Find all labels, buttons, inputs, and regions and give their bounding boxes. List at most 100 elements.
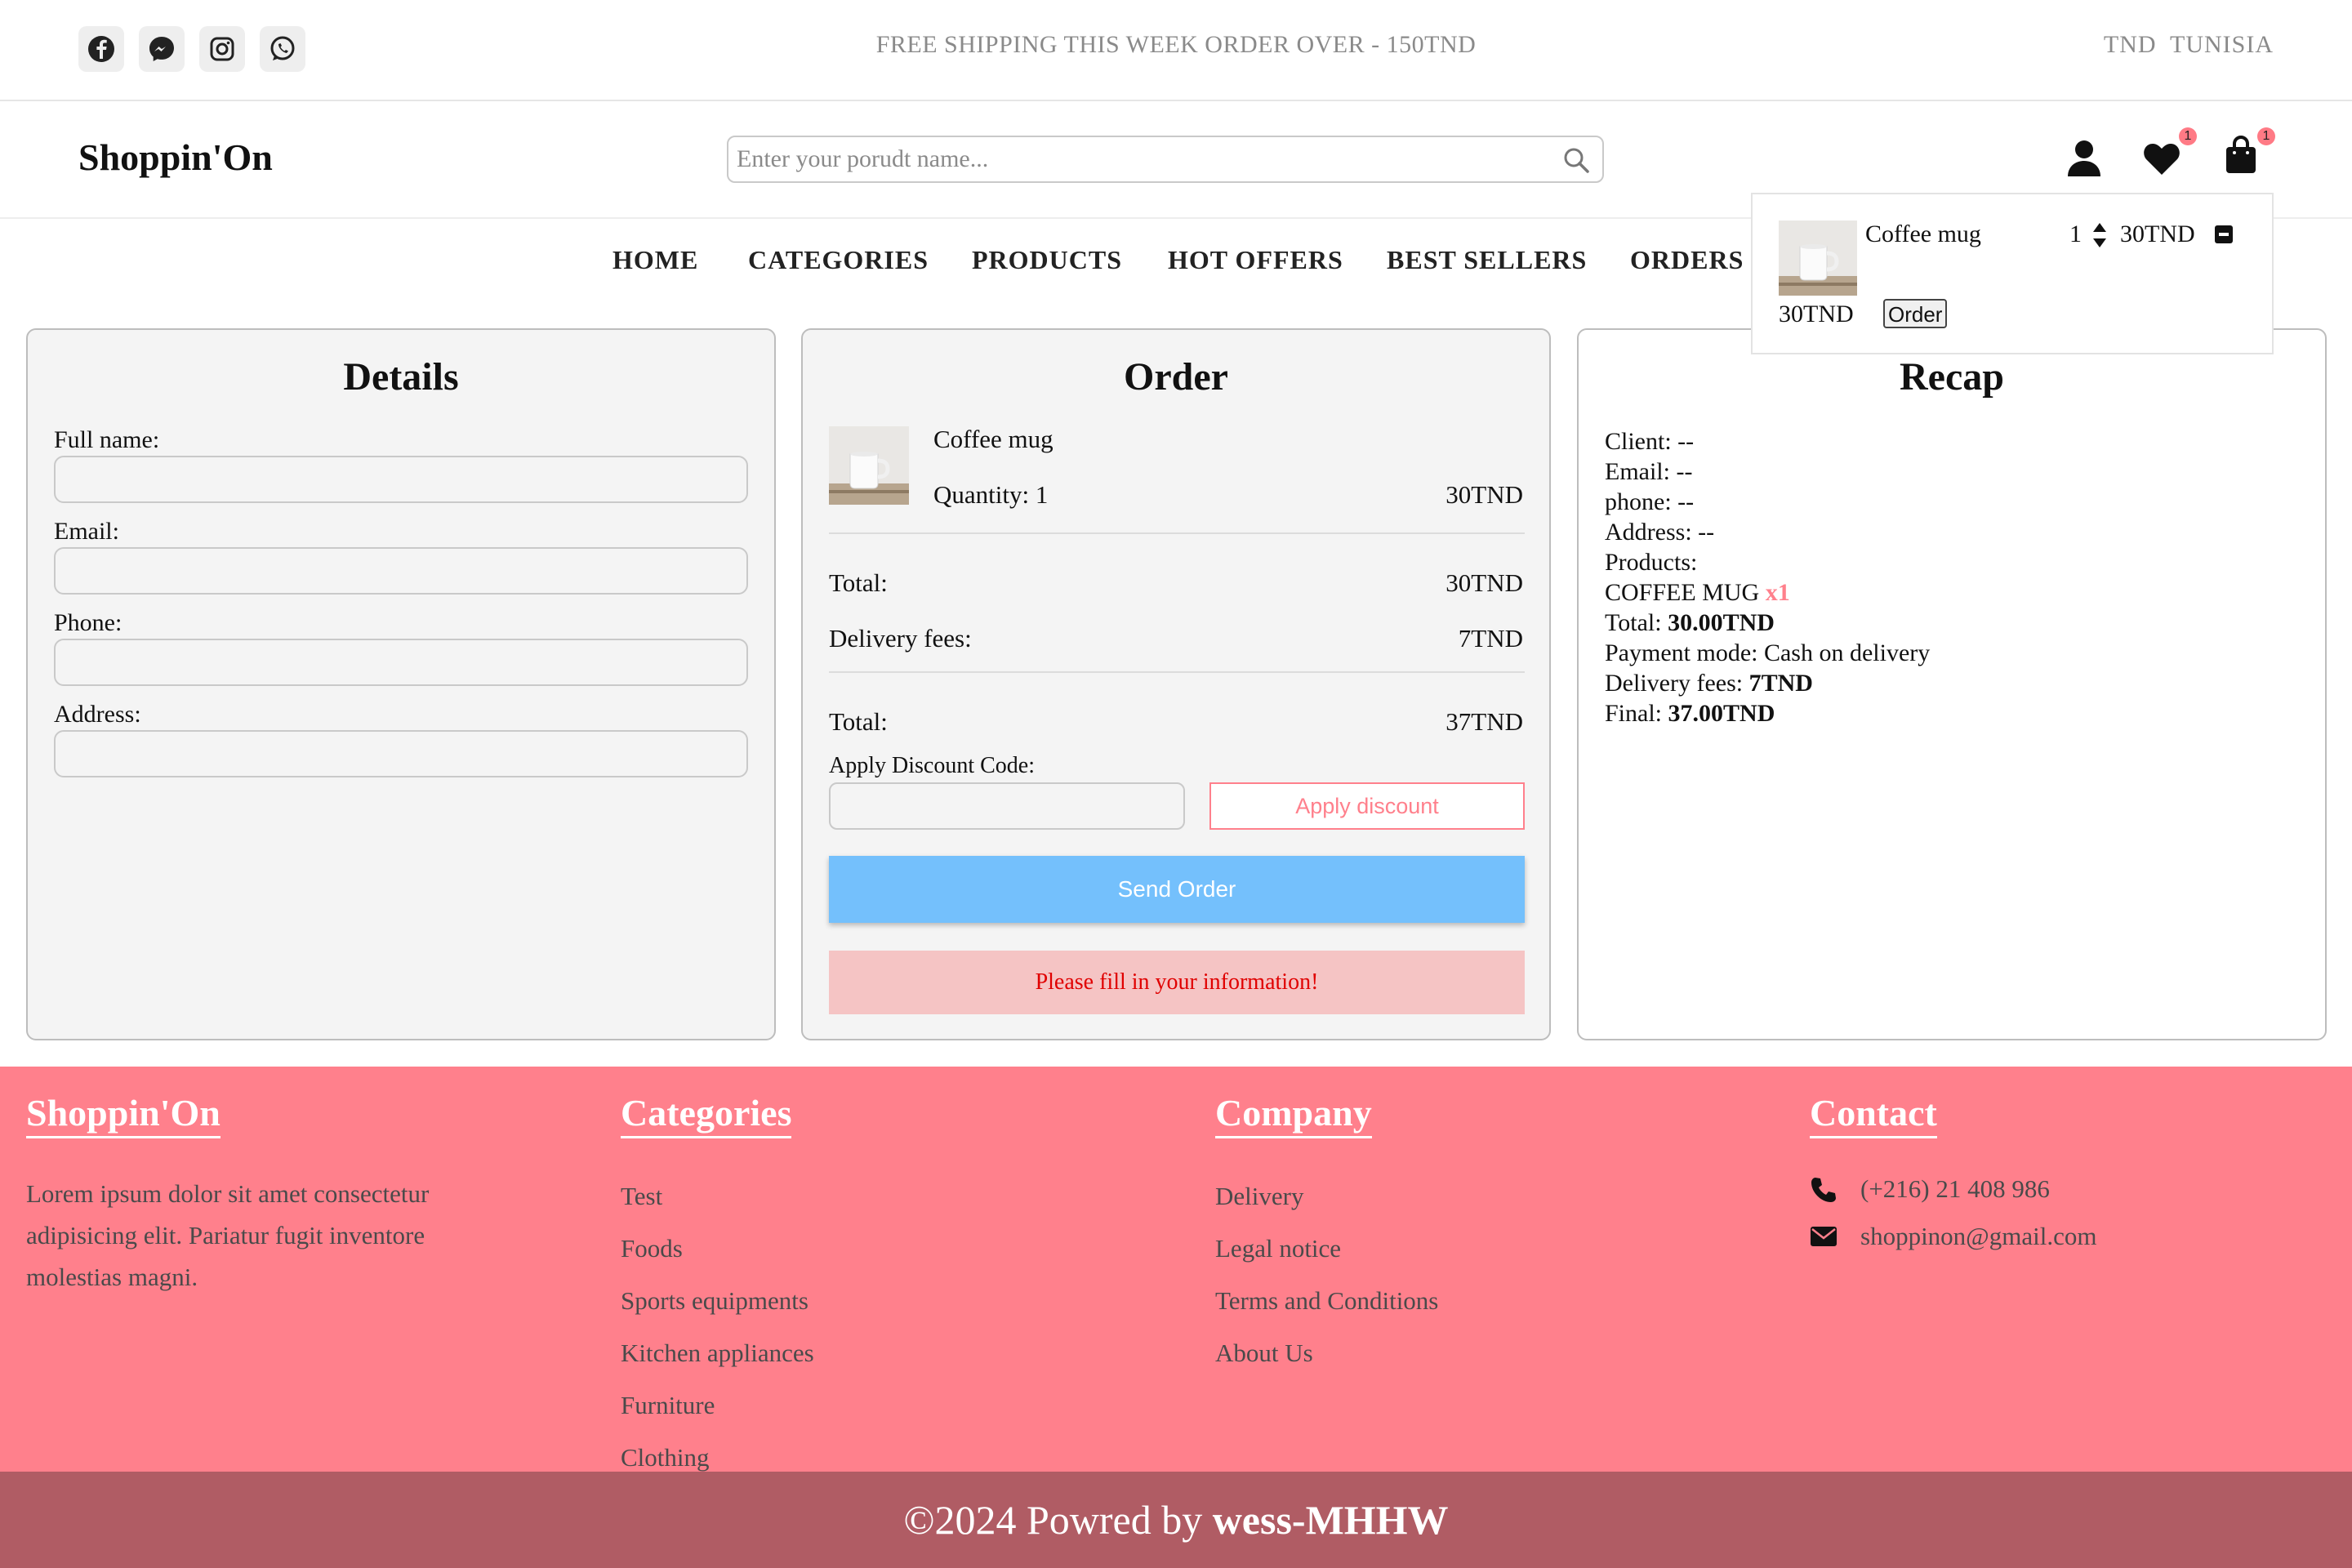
search-icon[interactable]	[1561, 145, 1591, 179]
email-label: Email:	[54, 518, 119, 545]
recap-total-label: Total:	[1605, 609, 1668, 636]
cart-icon[interactable]	[2225, 136, 2257, 179]
details-title: Details	[343, 355, 459, 399]
recap-client: Client: --	[1605, 428, 1695, 455]
footer-brand-text-line: molestias magni.	[26, 1263, 198, 1291]
order-item-name: Coffee mug	[933, 425, 1054, 453]
footer-category-link[interactable]: Sports equipments	[621, 1286, 808, 1315]
nav-products[interactable]: PRODUCTS	[972, 245, 1122, 275]
footer-company-link[interactable]: Delivery	[1215, 1182, 1303, 1210]
address-field	[54, 730, 748, 777]
search-input[interactable]	[728, 137, 1545, 181]
address-input[interactable]	[56, 732, 746, 776]
total-label: Total:	[829, 707, 888, 736]
full-name-input[interactable]	[56, 457, 746, 501]
recap-payment-mode: Payment mode: Cash on delivery	[1605, 639, 1931, 666]
copyright-text: ©2024 Powred by	[903, 1497, 1213, 1543]
footer-company-link[interactable]: Terms and Conditions	[1215, 1286, 1438, 1315]
recap-product-line: COFFEE MUG x1	[1605, 577, 1930, 608]
nav-home[interactable]: HOME	[612, 245, 698, 275]
cart-item-quantity: 1	[2069, 220, 2082, 247]
discount-code-input[interactable]	[831, 784, 1183, 828]
cart-total: 30TND	[1779, 301, 1854, 327]
divider	[829, 532, 1525, 534]
footer-company-link[interactable]: Legal notice	[1215, 1234, 1341, 1263]
recap-delivery-value: 7TND	[1748, 670, 1813, 697]
order-item-price: 30TND	[1446, 480, 1523, 509]
cart-dropdown: Coffee mug 1 30TND 30TND Order	[1751, 193, 2274, 354]
recap-products-label: Products:	[1605, 549, 1698, 576]
apply-discount-button[interactable]: Apply discount	[1209, 782, 1525, 830]
footer-email[interactable]: shoppinon@gmail.com	[1860, 1222, 2096, 1251]
cart-item-thumbnail	[1779, 220, 1857, 296]
recap-delivery-label: Delivery fees:	[1605, 670, 1749, 697]
address-label: Address:	[54, 701, 141, 728]
footer-category-link[interactable]: Foods	[621, 1234, 683, 1263]
wishlist-count-badge: 1	[2179, 127, 2197, 145]
order-panel: Order Coffee mug Quantity: 1 30TND Total…	[801, 328, 1551, 1040]
recap-phone: phone: --	[1605, 488, 1695, 515]
delivery-fees-value: 7TND	[1458, 624, 1523, 653]
user-icon[interactable]	[2066, 139, 2102, 182]
total-value: 37TND	[1446, 707, 1523, 736]
recap-address: Address: --	[1605, 519, 1715, 546]
footer-category-link[interactable]: Kitchen appliances	[621, 1339, 814, 1367]
site-logo[interactable]: Shoppin'On	[78, 136, 273, 179]
footer-categories-list: Test Foods Sports equipments Kitchen app…	[621, 1173, 814, 1486]
cart-count-badge: 1	[2257, 127, 2275, 145]
cart-order-button[interactable]: Order	[1883, 299, 1948, 328]
email-input[interactable]	[56, 549, 746, 593]
nav-best-sellers[interactable]: BEST SELLERS	[1387, 245, 1587, 275]
order-title: Order	[1124, 355, 1228, 399]
recap-delivery: Delivery fees: 7TND	[1605, 668, 1930, 698]
footer-company-title: Company	[1215, 1091, 1372, 1138]
footer-category-link[interactable]: Furniture	[621, 1391, 715, 1419]
footer-brand-text-line: Lorem ipsum dolor sit amet consectetur	[26, 1179, 430, 1208]
recap-final-value: 37.00TND	[1668, 700, 1775, 727]
phone-field	[54, 639, 748, 686]
phone-input[interactable]	[56, 640, 746, 684]
copyright-author[interactable]: wess-MHHW	[1213, 1497, 1449, 1543]
envelope-icon	[1810, 1225, 1838, 1252]
full-name-label: Full name:	[54, 426, 160, 453]
nav-orders[interactable]: ORDERS	[1630, 245, 1744, 275]
divider	[829, 671, 1525, 673]
free-shipping-banner: FREE SHIPPING THIS WEEK ORDER OVER - 150…	[875, 31, 1477, 58]
recap-total-value: 30.00TND	[1668, 609, 1775, 636]
nav-hot-offers[interactable]: HOT OFFERS	[1168, 245, 1343, 275]
footer-category-link[interactable]: Test	[621, 1182, 662, 1210]
order-item-quantity: Quantity: 1	[933, 480, 1049, 509]
cart-item-name: Coffee mug	[1865, 220, 1981, 247]
locale-selector[interactable]: TND TUNISIA	[2104, 31, 2274, 59]
recap-panel: Recap Client: -- Email: -- phone: -- Add…	[1577, 328, 2327, 1040]
nav-categories[interactable]: CATEGORIES	[748, 245, 929, 275]
copyright-bar: ©2024 Powred by wess-MHHW	[0, 1472, 2352, 1568]
footer-brand-text: Lorem ipsum dolor sit amet consectetur a…	[26, 1173, 429, 1298]
phone-icon	[1810, 1176, 1838, 1208]
footer-phone[interactable]: (+216) 21 408 986	[1860, 1174, 2050, 1204]
footer-company-link[interactable]: About Us	[1215, 1339, 1313, 1367]
form-warning-message: Please fill in your information!	[829, 951, 1525, 1014]
subtotal-label: Total:	[829, 568, 888, 597]
recap-email: Email: --	[1605, 458, 1693, 485]
search-bar	[727, 136, 1604, 183]
delivery-fees-label: Delivery fees:	[829, 624, 972, 653]
recap-list: Client: -- Email: -- phone: -- Address: …	[1605, 426, 1930, 728]
wishlist-icon[interactable]	[2143, 142, 2180, 180]
footer-brand-title: Shoppin'On	[26, 1091, 220, 1138]
remove-item-icon[interactable]	[2215, 225, 2233, 243]
recap-final-label: Final:	[1605, 700, 1668, 727]
footer-company-list: Delivery Legal notice Terms and Conditio…	[1215, 1173, 1438, 1382]
recap-total: Total: 30.00TND	[1605, 608, 1930, 638]
cart-item-price: 30TND	[2120, 220, 2195, 247]
send-order-button[interactable]: Send Order	[829, 856, 1525, 923]
email-field	[54, 547, 748, 595]
footer-category-link[interactable]: Clothing	[621, 1443, 710, 1472]
discount-code-field	[829, 782, 1185, 830]
details-panel: Details Full name: Email: Phone: Address…	[26, 328, 776, 1040]
quantity-stepper-icon[interactable]	[2091, 219, 2109, 256]
product-thumbnail	[829, 426, 909, 505]
phone-label: Phone:	[54, 609, 122, 636]
subtotal-value: 30TND	[1446, 568, 1523, 597]
full-name-field	[54, 456, 748, 503]
